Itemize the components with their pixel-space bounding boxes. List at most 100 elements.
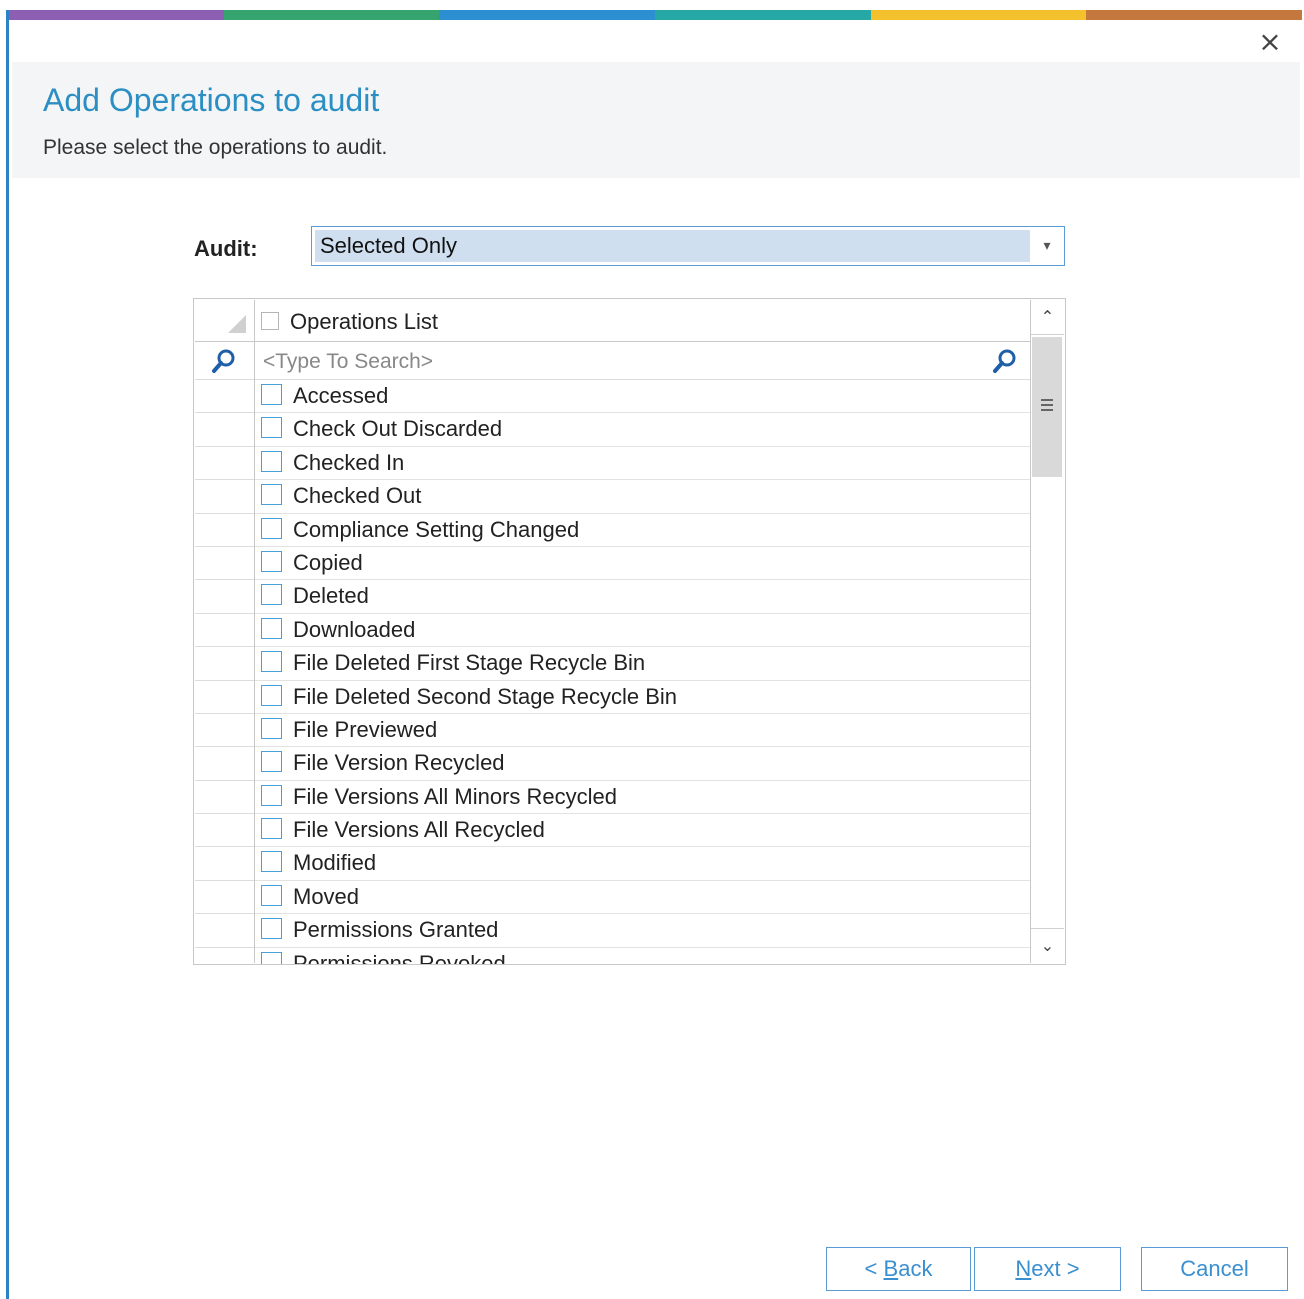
row-indicator[interactable] [195,881,254,915]
search-icon[interactable] [992,348,1018,374]
list-item[interactable]: Copied [255,547,1030,581]
operation-label: File Deleted First Stage Recycle Bin [293,650,646,676]
select-all-checkbox[interactable] [261,312,279,330]
row-indicator[interactable] [195,681,254,714]
list-item[interactable]: Compliance Setting Changed [255,514,1030,547]
operations-list: Accessed Check Out Discarded Checked In Che… [255,380,1030,965]
cancel-button[interactable]: Cancel [1141,1247,1288,1291]
operation-checkbox[interactable] [261,684,282,706]
row-indicator[interactable] [195,447,254,481]
chevron-down-icon[interactable]: ▾ [1030,227,1064,265]
operation-label: Checked In [293,449,405,475]
operation-checkbox[interactable] [261,417,282,439]
list-item[interactable]: Downloaded [255,614,1030,648]
accent-segment [870,10,1087,20]
accent-segment [1086,10,1303,20]
list-item[interactable]: File Deleted Second Stage Recycle Bin [255,681,1030,714]
scroll-down-icon[interactable]: ⌄ [1031,928,1064,963]
list-item[interactable]: Check Out Discarded [255,413,1030,447]
search-row [255,342,1030,380]
back-prefix: < [864,1256,884,1281]
operation-checkbox[interactable] [261,851,282,873]
operation-label: Check Out Discarded [293,416,503,442]
operation-checkbox[interactable] [261,484,282,506]
audit-dropdown[interactable]: Selected Only ▾ [311,226,1065,266]
row-indicator[interactable] [195,814,254,848]
operation-checkbox[interactable] [261,884,282,906]
row-indicator[interactable] [195,480,254,514]
operation-label: Permissions Granted [293,917,499,943]
row-indicator[interactable] [195,380,254,414]
operation-label: File Deleted Second Stage Recycle Bin [293,683,677,709]
list-item[interactable]: File Versions All Minors Recycled [255,781,1030,815]
operation-label: Copied [293,549,363,575]
accent-segment [655,10,871,20]
search-input[interactable] [261,346,985,378]
operation-checkbox[interactable] [261,584,282,606]
row-indicator[interactable] [195,580,254,614]
operation-label: File Version Recycled [293,750,505,776]
search-icon [212,349,235,373]
grid-corner[interactable] [195,300,254,342]
accent-segment [439,10,656,20]
operation-label: Checked Out [293,483,422,509]
row-indicator[interactable] [195,647,254,681]
row-indicator[interactable] [195,847,254,881]
operation-checkbox[interactable] [261,818,282,840]
list-item[interactable]: Deleted [255,580,1030,614]
grip-icon [1041,399,1053,411]
operation-checkbox[interactable] [261,617,282,639]
list-item[interactable]: Permissions Revoked [255,948,1030,965]
row-indicator[interactable] [195,914,254,948]
operation-label: File Versions All Recycled [293,817,545,843]
operation-label: Permissions Revoked [293,950,506,965]
close-icon[interactable]: × [1255,27,1285,57]
row-indicator[interactable] [195,614,254,648]
operation-label: Accessed [293,383,389,408]
column-header: Operations List [255,300,1030,342]
window-border [6,10,9,1299]
operation-label: Downloaded [293,616,416,642]
operations-grid: Operations List Accessed Check Out Discar… [193,298,1066,965]
list-item[interactable]: Checked Out [255,480,1030,514]
operation-checkbox[interactable] [261,784,282,806]
list-item[interactable]: Checked In [255,447,1030,481]
operation-checkbox[interactable] [261,717,282,739]
row-indicator[interactable] [195,948,254,964]
operation-checkbox[interactable] [261,384,282,405]
operation-checkbox[interactable] [261,951,282,964]
list-item[interactable]: File Previewed [255,714,1030,748]
accent-segment [223,10,440,20]
list-item[interactable]: File Version Recycled [255,747,1030,781]
operation-label: File Versions All Minors Recycled [293,783,618,809]
operation-checkbox[interactable] [261,450,282,472]
operation-checkbox[interactable] [261,918,282,940]
row-indicator[interactable] [195,747,254,781]
vertical-scrollbar[interactable]: ⌃ ⌄ [1030,300,1064,963]
operation-checkbox[interactable] [261,517,282,539]
back-button[interactable]: < Back [826,1247,971,1291]
scroll-thumb[interactable] [1032,337,1062,477]
row-indicator[interactable] [195,714,254,748]
operation-checkbox[interactable] [261,651,282,673]
scroll-up-icon[interactable]: ⌃ [1031,300,1064,335]
list-item[interactable]: File Deleted First Stage Recycle Bin [255,647,1030,681]
list-item[interactable]: File Versions All Recycled [255,814,1030,848]
next-button[interactable]: Next > [974,1247,1121,1291]
back-mnemonic: B [883,1256,899,1281]
operation-checkbox[interactable] [261,550,282,572]
row-indicator-column [195,300,255,963]
list-item[interactable]: Permissions Granted [255,914,1030,948]
accent-segment [8,10,224,20]
operation-checkbox[interactable] [261,751,282,773]
row-indicator[interactable] [195,413,254,447]
search-indicator [195,342,254,380]
row-indicator[interactable] [195,514,254,547]
list-item[interactable]: Moved [255,881,1030,915]
list-item[interactable]: Modified [255,847,1030,881]
column-header-label: Operations List [290,309,438,334]
row-indicator[interactable] [195,781,254,815]
audit-label: Audit: [194,236,258,261]
list-item[interactable]: Accessed [255,380,1030,414]
row-indicator[interactable] [195,547,254,581]
